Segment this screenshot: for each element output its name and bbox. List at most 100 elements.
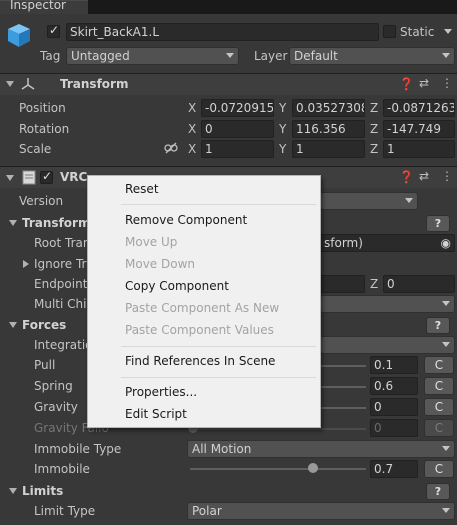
- rotation-z-field[interactable]: -147.749: [383, 120, 455, 138]
- transform-axes-icon: [21, 78, 35, 90]
- tag-value: Untagged: [71, 49, 130, 63]
- menu-item-copy-component[interactable]: Copy Component: [125, 279, 229, 293]
- component-enabled-checkbox[interactable]: [40, 169, 53, 184]
- endpoint-label: Endpoint: [34, 277, 88, 291]
- ignore-foldout-icon[interactable]: [23, 260, 29, 268]
- position-y-field[interactable]: 0.03527308: [292, 99, 365, 117]
- layer-dropdown[interactable]: Default: [289, 47, 455, 65]
- position-z-label: Z: [370, 101, 379, 115]
- menu-item-reset[interactable]: Reset: [125, 182, 159, 196]
- transform-foldout-icon[interactable]: [6, 81, 14, 87]
- endpoint-z-field[interactable]: 0: [383, 275, 455, 293]
- transforms-section-label: Transform: [22, 216, 91, 230]
- pull-label: Pull: [34, 358, 56, 372]
- immobile-label: Immobile: [34, 462, 90, 476]
- component-help-icon[interactable]: ❓: [399, 170, 414, 184]
- static-dropdown[interactable]: [441, 25, 455, 39]
- scale-y-label: Y: [279, 142, 287, 156]
- spring-label: Spring: [34, 379, 73, 393]
- immobile-slider-thumb[interactable]: [308, 463, 319, 473]
- script-icon: [22, 170, 36, 185]
- component-more-icon[interactable]: ⋮: [441, 169, 453, 183]
- static-checkbox[interactable]: [383, 25, 396, 38]
- scale-label: Scale: [19, 142, 52, 156]
- scale-z-field[interactable]: 1: [383, 140, 455, 158]
- gravity-field[interactable]: 0: [370, 398, 418, 416]
- transform-title: Transform: [60, 77, 129, 91]
- root-transform-field[interactable]: sform) ◉: [320, 234, 455, 252]
- scale-x-field[interactable]: 1: [201, 140, 274, 158]
- immobile-field[interactable]: 0.7: [370, 460, 418, 478]
- spring-slider[interactable]: [320, 386, 366, 388]
- integration-dropdown[interactable]: [320, 336, 455, 354]
- transforms-foldout-icon[interactable]: [9, 220, 17, 226]
- limit-type-label: Limit Type: [34, 504, 96, 518]
- static-label: Static: [400, 25, 435, 39]
- tab-inspector-label: Inspector: [10, 0, 66, 12]
- component-title: VRC: [60, 170, 88, 184]
- pull-field[interactable]: 0.1: [370, 356, 418, 374]
- position-x-field[interactable]: -0.0720915: [201, 99, 274, 117]
- forces-help-button[interactable]: ?: [426, 317, 450, 334]
- scale-x-label: X: [188, 142, 197, 156]
- object-picker-icon[interactable]: ◉: [441, 235, 451, 251]
- gravity-slider[interactable]: [320, 407, 366, 409]
- menu-item-move-up: Move Up: [125, 235, 178, 249]
- endpoint-y-field[interactable]: [320, 275, 365, 293]
- limit-type-dropdown[interactable]: Polar: [187, 502, 455, 520]
- immobile-curve-button[interactable]: C: [424, 460, 454, 478]
- tag-label: Tag: [40, 49, 61, 63]
- rotation-x-label: X: [188, 122, 197, 136]
- tag-dropdown[interactable]: Untagged: [66, 47, 239, 65]
- menu-item-remove-component[interactable]: Remove Component: [125, 213, 247, 227]
- rotation-x-field[interactable]: 0: [201, 120, 274, 138]
- integration-label: Integratio: [34, 338, 93, 352]
- gravity-falloff-curve-button: C: [424, 419, 454, 437]
- help-icon[interactable]: ❓: [399, 77, 414, 91]
- immobile-type-value: All Motion: [192, 442, 252, 456]
- layer-value: Default: [294, 49, 338, 63]
- limits-foldout-icon[interactable]: [9, 488, 17, 494]
- gameobject-cube-icon: [8, 24, 30, 47]
- scale-y-field[interactable]: 1: [292, 140, 365, 158]
- scale-link-icon[interactable]: [164, 142, 178, 154]
- object-name-field[interactable]: Skirt_BackA1.L: [66, 23, 379, 41]
- gravity-falloff-field: 0: [370, 419, 418, 437]
- immobile-type-dropdown[interactable]: All Motion: [187, 440, 455, 458]
- more-icon[interactable]: ⋮: [441, 76, 453, 90]
- position-label: Position: [19, 101, 66, 115]
- endpoint-z-label: Z: [370, 277, 379, 291]
- pull-slider[interactable]: [320, 365, 366, 367]
- forces-foldout-icon[interactable]: [9, 322, 17, 328]
- active-checkbox[interactable]: [47, 23, 60, 38]
- component-preset-icon[interactable]: ⇄: [419, 169, 429, 183]
- spring-field[interactable]: 0.6: [370, 377, 418, 395]
- limits-help-button[interactable]: ?: [426, 483, 450, 500]
- component-foldout-icon[interactable]: [6, 175, 14, 181]
- multi-child-dropdown[interactable]: [320, 295, 455, 313]
- transforms-help-button[interactable]: ?: [426, 215, 450, 232]
- pull-curve-button[interactable]: C: [424, 356, 454, 374]
- gravity-label: Gravity: [34, 400, 78, 414]
- version-dropdown[interactable]: [320, 192, 418, 210]
- multi-child-label: Multi Chil: [34, 297, 90, 311]
- gravity-curve-button[interactable]: C: [424, 398, 454, 416]
- scale-z-label: Z: [370, 142, 379, 156]
- component-context-menu: Reset Remove Component Move Up Move Down…: [87, 175, 321, 428]
- rotation-y-field[interactable]: 116.356: [292, 120, 365, 138]
- position-z-field[interactable]: -0.0871263: [383, 99, 455, 117]
- immobile-slider[interactable]: [190, 468, 366, 470]
- tab-inspector[interactable]: Inspector: [0, 0, 88, 14]
- preset-icon[interactable]: ⇄: [419, 76, 429, 90]
- menu-item-properties[interactable]: Properties...: [125, 385, 197, 399]
- rotation-label: Rotation: [19, 122, 70, 136]
- menu-item-find-references[interactable]: Find References In Scene: [125, 354, 275, 368]
- immobile-type-label: Immobile Type: [34, 442, 122, 456]
- limits-section-label: Limits: [22, 484, 64, 498]
- limit-type-value: Polar: [192, 504, 222, 518]
- menu-item-edit-script[interactable]: Edit Script: [125, 407, 187, 421]
- rotation-y-label: Y: [279, 122, 287, 136]
- spring-curve-button[interactable]: C: [424, 377, 454, 395]
- position-x-label: X: [188, 101, 197, 115]
- gravity-falloff-slider: [192, 428, 366, 430]
